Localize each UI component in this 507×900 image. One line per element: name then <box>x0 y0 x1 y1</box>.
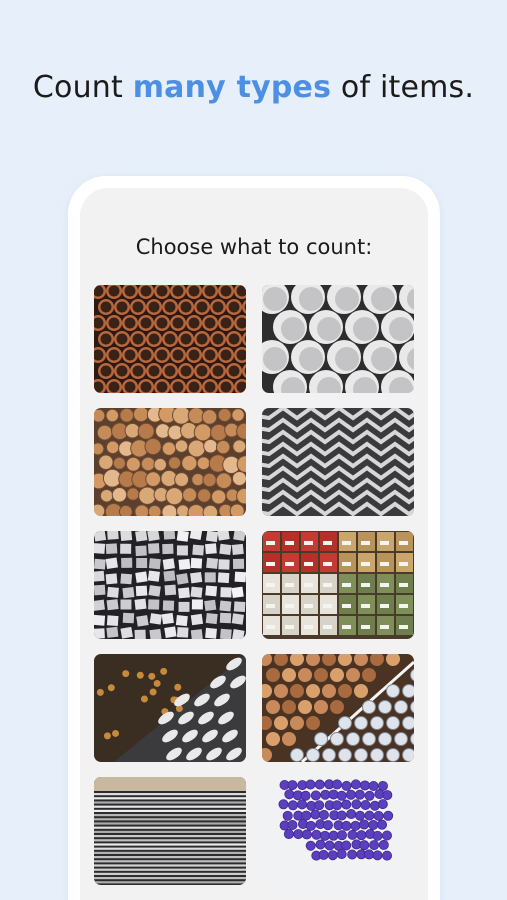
choose-prompt: Choose what to count: <box>135 235 373 259</box>
headline-prefix: Count <box>32 70 133 105</box>
page-headline: Count many types of items. <box>0 70 507 105</box>
tile-pvc-pipes[interactable] <box>262 285 414 393</box>
tile-pills[interactable] <box>94 654 246 762</box>
tile-steel-angles[interactable] <box>262 408 414 516</box>
tile-sheet-stack[interactable] <box>94 777 246 885</box>
copper-pipes-image <box>94 285 246 393</box>
phone-screen: Choose what to count: <box>80 188 428 900</box>
phone-frame: Choose what to count: <box>68 176 440 900</box>
wood-logs-image <box>94 408 246 516</box>
tile-foil-blocks[interactable] <box>94 531 246 639</box>
logs-and-bars-image <box>262 654 414 762</box>
tile-logs-and-bars[interactable] <box>262 654 414 762</box>
pvc-pipes-image <box>262 285 414 393</box>
headline-suffix: of items. <box>331 70 475 105</box>
sheet-stack-image <box>94 777 246 885</box>
vials-image <box>262 777 414 885</box>
tile-boxes[interactable] <box>262 531 414 639</box>
steel-angles-image <box>262 408 414 516</box>
pills-image <box>94 654 246 762</box>
boxes-image <box>262 531 414 639</box>
foil-blocks-image <box>94 531 246 639</box>
headline-accent: many types <box>132 70 332 105</box>
tile-wood-logs[interactable] <box>94 408 246 516</box>
tile-vials[interactable] <box>262 777 414 885</box>
tile-copper-pipes[interactable] <box>94 285 246 393</box>
